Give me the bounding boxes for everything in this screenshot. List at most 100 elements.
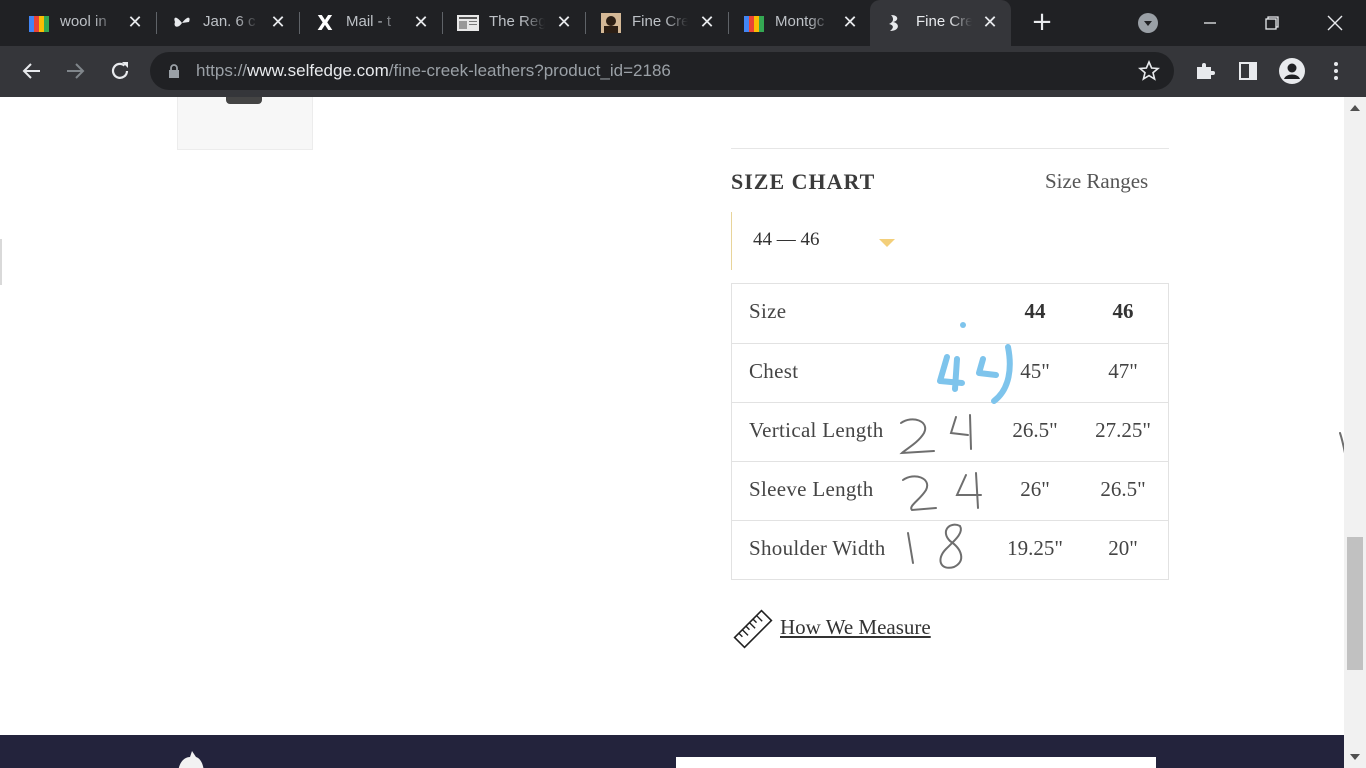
menu-button[interactable]: [1323, 58, 1349, 84]
close-icon[interactable]: ✕: [267, 11, 289, 33]
reload-icon: [111, 62, 129, 79]
url-host: www.selfedge.com: [247, 61, 389, 80]
size-ranges-link[interactable]: Size Ranges: [1045, 169, 1148, 194]
gmail-icon: [28, 12, 50, 34]
size-column-header: 46: [1112, 299, 1134, 323]
scrollbar-thumb[interactable]: [1347, 537, 1363, 670]
ruler-icon: [733, 609, 773, 649]
page-viewport: SIZE CHART Size Ranges 44 — 46 Size 44 4…: [0, 97, 1344, 768]
table-cell: 47": [1108, 359, 1138, 383]
tab-fine-creek-1[interactable]: Fine Cre ✕: [586, 0, 729, 46]
close-icon[interactable]: ✕: [979, 11, 1001, 33]
newsletter-input[interactable]: [676, 757, 1156, 768]
tab-wool[interactable]: wool in ✕: [14, 0, 157, 46]
close-icon[interactable]: ✕: [553, 11, 575, 33]
tab-register[interactable]: The Reg ✕: [443, 0, 586, 46]
close-icon: [1327, 15, 1343, 31]
size-chart-title: SIZE CHART: [731, 169, 876, 194]
browser-toolbar: https://www.selfedge.com/fine-creek-leat…: [0, 46, 1366, 97]
scroll-down-arrow-icon[interactable]: [1350, 754, 1360, 760]
tab-title: wool in: [60, 13, 107, 30]
selected-range: 44 — 46: [753, 229, 820, 250]
close-icon[interactable]: ✕: [696, 11, 718, 33]
how-we-measure-link[interactable]: How We Measure: [780, 615, 931, 640]
tab-montgomery[interactable]: Montgc ✕: [729, 0, 871, 46]
restore-button[interactable]: [1257, 8, 1287, 38]
row-label: Size: [749, 299, 787, 323]
size-column-header: 44: [1024, 299, 1046, 323]
tab-title: Jan. 6 c: [203, 13, 256, 30]
side-panel-icon: [1239, 62, 1257, 80]
tab-title: Mail - t: [346, 13, 391, 30]
row-label: Chest: [749, 359, 799, 383]
tab-title: Fine Cre: [632, 13, 688, 30]
fine-creek-logo-icon: [884, 12, 906, 34]
extensions-button[interactable]: [1192, 58, 1218, 84]
scroll-up-arrow-icon[interactable]: [1350, 105, 1360, 111]
tab-title: Montgc: [775, 13, 825, 30]
url-scheme: https://: [196, 61, 248, 80]
table-row: Chest 45" 47": [732, 343, 1168, 402]
url-path: /fine-creek-leathers?product_id=2186: [388, 61, 671, 80]
gmail-icon: [743, 12, 765, 34]
page-scrollbar[interactable]: [1344, 97, 1366, 768]
lock-icon[interactable]: [168, 64, 180, 78]
table-cell: 27.25": [1095, 418, 1151, 442]
table-row: Vertical Length 26.5" 27.25": [732, 402, 1168, 461]
minimize-button[interactable]: [1195, 8, 1225, 38]
row-label: Sleeve Length: [749, 477, 874, 501]
portrait-icon: [600, 12, 622, 34]
reload-button[interactable]: [107, 58, 133, 84]
tab-title: Fine Cre: [916, 13, 972, 30]
table-cell: 19.25": [1007, 536, 1063, 560]
table-cell: 26": [1020, 477, 1050, 501]
tab-jan6[interactable]: Jan. 6 c ✕: [157, 0, 300, 46]
site-footer: [0, 735, 1344, 768]
close-icon[interactable]: ✕: [839, 11, 861, 33]
kebab-menu-icon: [1334, 62, 1338, 80]
arrow-right-icon: [67, 63, 85, 79]
size-range-select[interactable]: 44 — 46: [731, 212, 909, 270]
tab-mail[interactable]: X Mail - t ✕: [300, 0, 443, 46]
back-button[interactable]: [19, 58, 45, 84]
puzzle-icon: [1197, 63, 1215, 79]
avatar-icon: [1279, 58, 1305, 84]
table-cell: 26.5": [1100, 477, 1146, 501]
close-icon[interactable]: ✕: [124, 11, 146, 33]
forward-button[interactable]: [62, 58, 88, 84]
table-cell: 45": [1020, 359, 1050, 383]
brand-logo-icon: [178, 751, 204, 768]
url-text[interactable]: https://www.selfedge.com/fine-creek-leat…: [196, 61, 671, 81]
new-tab-button[interactable]: +: [1030, 9, 1054, 35]
table-row: Sleeve Length 26" 26.5": [732, 461, 1168, 520]
chevron-down-icon: [1144, 21, 1152, 26]
size-table: Size 44 46 Chest 45" 47" Vertical Length…: [731, 283, 1169, 580]
address-bar[interactable]: https://www.selfedge.com/fine-creek-leat…: [150, 52, 1174, 90]
row-label: Vertical Length: [749, 418, 884, 442]
profile-button[interactable]: [1279, 58, 1305, 84]
side-panel-button[interactable]: [1235, 58, 1261, 84]
table-row: Shoulder Width 19.25" 20": [732, 520, 1168, 579]
product-thumbnail[interactable]: [177, 97, 313, 150]
table-row: Size 44 46: [732, 284, 1168, 343]
x-icon: X: [317, 11, 333, 35]
chevron-down-icon: [879, 239, 895, 247]
table-cell: 20": [1108, 536, 1138, 560]
camera-icon: [226, 97, 262, 104]
tab-fine-creek-active[interactable]: Fine Cre ✕: [870, 0, 1011, 46]
minimize-icon: [1204, 22, 1216, 24]
tab-title: The Reg: [489, 13, 545, 30]
section-divider: [731, 148, 1169, 149]
close-window-button[interactable]: [1320, 8, 1350, 38]
table-cell: 26.5": [1012, 418, 1058, 442]
bookmark-star-icon[interactable]: [1138, 60, 1160, 82]
left-edge-mark: [0, 239, 2, 285]
row-label: Shoulder Width: [749, 536, 886, 560]
restore-icon: [1265, 16, 1279, 30]
close-icon[interactable]: ✕: [410, 11, 432, 33]
newspaper-icon: [457, 12, 479, 34]
tab-strip: wool in ✕ Jan. 6 c ✕ X Mail - t ✕ The Re…: [0, 0, 1366, 46]
tab-search-button[interactable]: [1138, 13, 1158, 33]
arrow-left-icon: [22, 63, 40, 79]
butterfly-icon: [171, 12, 193, 34]
